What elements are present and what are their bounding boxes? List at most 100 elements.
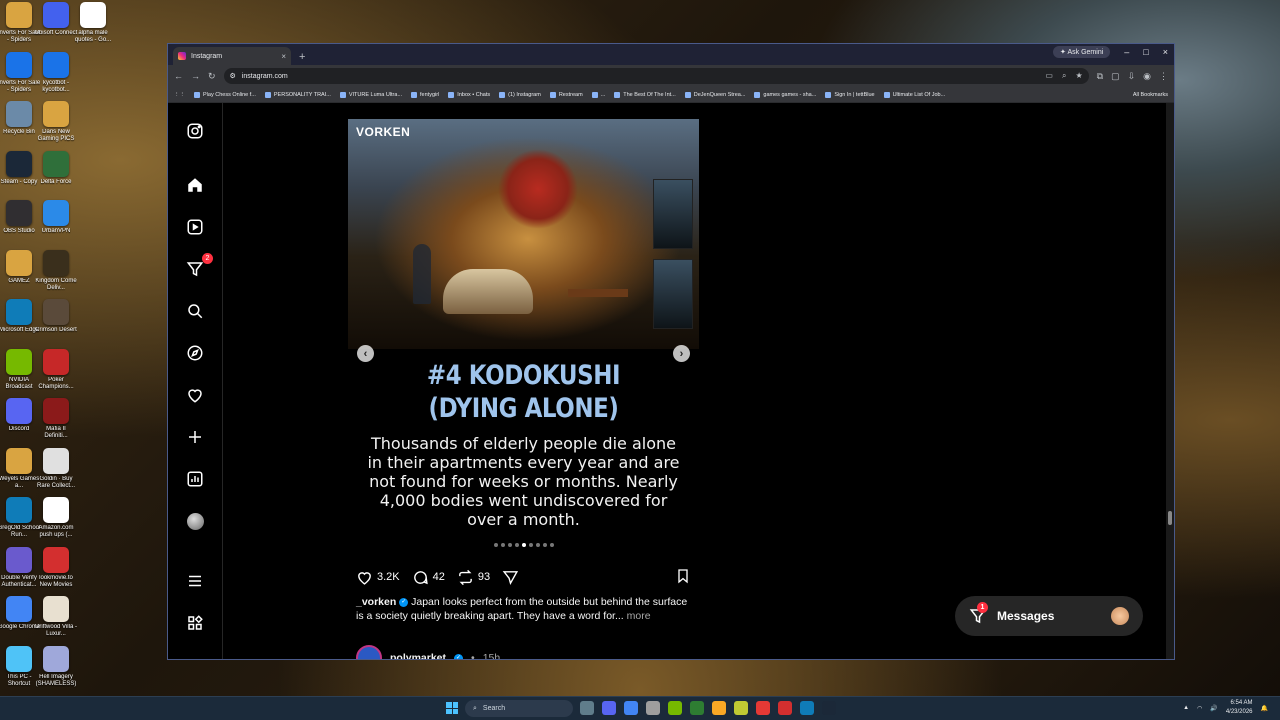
- desktop-icon[interactable]: Mafia II Definiti...: [36, 398, 76, 440]
- next-post-username[interactable]: polymarket: [390, 652, 446, 659]
- notification-bell-icon[interactable]: 🔔: [1261, 705, 1268, 712]
- maximize-button[interactable]: □: [1143, 47, 1148, 57]
- bookmark-item[interactable]: Sign In | tettBlue: [825, 91, 875, 98]
- start-button[interactable]: [446, 702, 458, 714]
- desktop-icon[interactable]: kycotbot - kycotbot...: [36, 51, 76, 94]
- new-tab-button[interactable]: +: [299, 51, 305, 63]
- desktop-icon[interactable]: Kingdom Come Deliv...: [35, 249, 77, 292]
- bookmark-item[interactable]: Inbox • Chats: [448, 91, 490, 98]
- steam-icon[interactable]: [822, 701, 836, 715]
- ask-gemini-button[interactable]: ✦ Ask Gemini: [1053, 46, 1111, 58]
- carousel-indicator: [348, 543, 699, 547]
- nvidia-icon[interactable]: [668, 701, 682, 715]
- bookmark-item[interactable]: ...: [591, 91, 605, 98]
- also-from-meta-icon[interactable]: [185, 613, 205, 633]
- like-button[interactable]: 3.2K: [356, 569, 400, 586]
- bookmark-item[interactable]: PERSONALITY TRAI...: [264, 91, 331, 98]
- profile-avatar[interactable]: [185, 511, 205, 531]
- chrome-active-icon[interactable]: [756, 701, 770, 715]
- share-button[interactable]: [502, 569, 519, 586]
- bookmark-star-icon[interactable]: ★: [1075, 71, 1082, 81]
- tray-chevron-icon[interactable]: ▲: [1183, 705, 1189, 711]
- bookmark-item[interactable]: games games - sha...: [754, 91, 816, 98]
- xbox-icon[interactable]: [690, 701, 704, 715]
- comment-button[interactable]: 42: [412, 569, 445, 586]
- scrollbar-thumb[interactable]: [1168, 511, 1172, 525]
- address-bar[interactable]: ⚙ instagram.com ▭ ⌕ ★: [223, 68, 1089, 84]
- notifications-filter-icon[interactable]: 2: [185, 253, 213, 279]
- profile-icon[interactable]: ◉: [1143, 71, 1151, 82]
- app-icon[interactable]: [778, 701, 792, 715]
- desktop-icon[interactable]: Hell Imagery (SHAMELESS): [36, 645, 76, 688]
- bookmark-item[interactable]: Ultimate List Of Job...: [883, 91, 945, 98]
- repost-button[interactable]: 93: [457, 569, 490, 586]
- page-scrollbar[interactable]: [1166, 103, 1174, 659]
- tab-close-icon[interactable]: ×: [281, 52, 286, 61]
- insights-icon[interactable]: [185, 469, 205, 489]
- desktop-icon[interactable]: Amazon.com push ups (...: [36, 497, 76, 539]
- discord-icon[interactable]: [602, 701, 616, 715]
- volume-icon[interactable]: 🔊: [1210, 705, 1217, 712]
- notepad-icon[interactable]: [734, 701, 748, 715]
- messages-button[interactable]: 1 Messages: [955, 596, 1143, 636]
- desktop-icon[interactable]: Poker Champions...: [36, 348, 76, 391]
- forward-icon[interactable]: →: [191, 71, 200, 81]
- bookmark-item[interactable]: DeJenQueen Strea...: [684, 91, 745, 98]
- tab-instagram[interactable]: Instagram ×: [173, 47, 291, 65]
- all-bookmarks-button[interactable]: All Bookmarks: [1133, 92, 1168, 98]
- settings-icon[interactable]: [646, 701, 660, 715]
- save-button[interactable]: [675, 568, 691, 587]
- bookmark-favicon-icon: [194, 91, 200, 98]
- desktop-icon[interactable]: lookmovie.to New Movies: [36, 546, 76, 589]
- zoom-icon[interactable]: ⌕: [1062, 71, 1066, 81]
- carousel-prev-button[interactable]: ‹: [357, 345, 374, 362]
- more-menu-icon[interactable]: [185, 571, 205, 591]
- caption-more-link[interactable]: more: [627, 610, 651, 622]
- close-window-button[interactable]: ×: [1163, 47, 1168, 57]
- site-info-icon[interactable]: ⚙: [230, 72, 236, 80]
- edge-icon[interactable]: [800, 701, 814, 715]
- reload-icon[interactable]: ↻: [208, 71, 216, 82]
- sidebar-icon[interactable]: ▢: [1111, 71, 1120, 82]
- search-icon[interactable]: [185, 301, 205, 321]
- instagram-logo-icon[interactable]: [185, 121, 205, 141]
- menu-icon[interactable]: ⋮: [1159, 71, 1168, 82]
- desktop-icon[interactable]: Delta Force: [36, 150, 76, 186]
- taskbar-search[interactable]: ⌕ Search: [465, 700, 573, 717]
- heart-icon[interactable]: [185, 385, 205, 405]
- desktop-icon[interactable]: Driftwood Villa - Luxur...: [35, 596, 77, 638]
- apps-icon[interactable]: ⋮⋮: [174, 92, 185, 98]
- bookmark-item[interactable]: (1) Instagram: [499, 91, 541, 98]
- desktop-icon[interactable]: Dans New Gaming PICS: [36, 101, 76, 143]
- home-icon[interactable]: [185, 175, 205, 195]
- extensions-icon[interactable]: ⧉: [1097, 71, 1103, 82]
- back-icon[interactable]: ←: [174, 71, 183, 81]
- task-view-icon[interactable]: [580, 701, 594, 715]
- desktop-icon[interactable]: Inverts For Sale - Spiders: [0, 2, 40, 44]
- desktop-icon[interactable]: UrbanVPN: [36, 200, 76, 235]
- cast-icon[interactable]: ▭: [1045, 71, 1053, 81]
- desktop-icon[interactable]: Ubisoft Connect: [35, 2, 77, 37]
- file-explorer-icon[interactable]: [712, 701, 726, 715]
- desktop-icon[interactable]: Crimson Desert: [35, 299, 77, 334]
- bookmark-item[interactable]: fentygirl: [411, 91, 439, 98]
- caption-username[interactable]: _vorken: [356, 596, 396, 608]
- bookmark-item[interactable]: VITURE Luma Ultra...: [339, 91, 402, 98]
- downloads-icon[interactable]: ⇩: [1128, 71, 1136, 82]
- clock[interactable]: 6:54 AM 4/23/2026: [1226, 699, 1253, 717]
- post-carousel-image[interactable]: VORKEN ‹ › #4 KODOKUSHI (DYING ALONE) Th…: [348, 119, 699, 557]
- desktop-icon[interactable]: Goldin · Buy Rare Collect...: [36, 447, 76, 490]
- chrome-icon[interactable]: [624, 701, 638, 715]
- bookmark-item[interactable]: The Best Of The Int...: [614, 91, 676, 98]
- bookmark-item[interactable]: Restream: [549, 91, 583, 98]
- minimize-button[interactable]: –: [1124, 47, 1129, 57]
- create-icon[interactable]: [185, 427, 205, 447]
- network-icon[interactable]: ◠: [1197, 705, 1202, 712]
- explore-icon[interactable]: [185, 343, 205, 363]
- bookmark-item[interactable]: Play Chess Online f...: [194, 91, 256, 98]
- reels-icon[interactable]: [185, 217, 205, 237]
- carousel-next-button[interactable]: ›: [673, 345, 690, 362]
- avatar[interactable]: [356, 645, 382, 659]
- desktop-icon[interactable]: alpha male quotes - Go...: [73, 2, 113, 44]
- desktop-app-icon: [43, 645, 69, 672]
